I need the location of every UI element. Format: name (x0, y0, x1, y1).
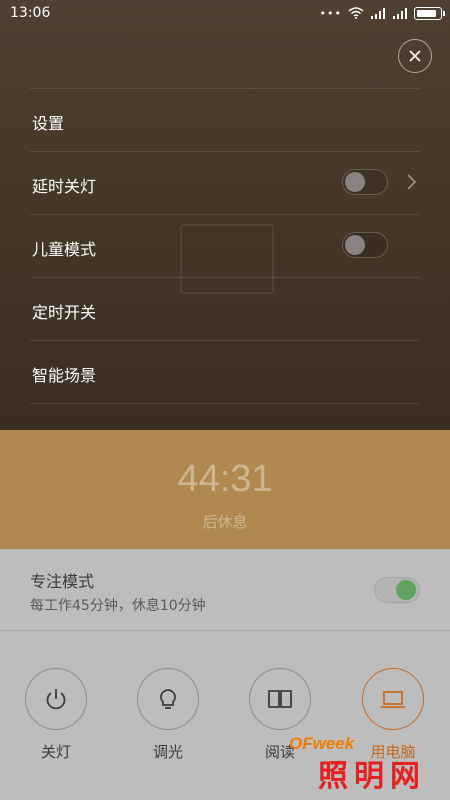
menu-item-label: 智能场景 (32, 366, 97, 385)
delay-off-toggle[interactable] (342, 169, 388, 195)
status-bar: 13:06 ••• (0, 0, 450, 26)
focus-mode-toggle[interactable] (374, 577, 420, 603)
menu-item-label: 定时开关 (32, 303, 97, 322)
toggle-knob (345, 235, 365, 255)
reading-circle[interactable] (249, 668, 311, 730)
menu-item-label: 延时关灯 (32, 177, 97, 196)
battery-icon (414, 6, 445, 20)
focus-mode-row: 专注模式 每工作45分钟，休息10分钟 (0, 549, 450, 631)
power-off-button[interactable]: 关灯 (16, 668, 96, 762)
power-icon (46, 689, 66, 710)
computer-circle[interactable] (362, 668, 424, 730)
watermark-brand: 照明网 (318, 759, 426, 794)
laptop-icon (381, 691, 405, 708)
computer-button[interactable]: 用电脑 (353, 668, 433, 762)
menu-item-smart-scene[interactable]: 智能场景 (30, 341, 420, 404)
focus-mode-title: 专注模式 (30, 572, 95, 591)
power-off-circle[interactable] (25, 668, 87, 730)
signal-icon (371, 8, 385, 19)
countdown-caption: 后休息 (202, 513, 248, 531)
child-mode-toggle[interactable] (342, 232, 388, 258)
focus-mode-description: 每工作45分钟，休息10分钟 (30, 598, 206, 614)
status-icons: ••• (319, 4, 445, 22)
dimming-label: 调光 (152, 743, 183, 761)
settings-menu: 设置 延时关灯 儿童模式 定时开关 智能场景 (30, 88, 420, 404)
status-time: 13:06 (10, 5, 51, 21)
book-icon (268, 690, 292, 708)
menu-item-delay-off[interactable]: 延时关灯 (30, 152, 420, 215)
power-off-label: 关灯 (40, 743, 71, 761)
timer-band: 44:31 后休息 (0, 430, 450, 549)
toggle-knob (396, 580, 416, 600)
dimming-button[interactable]: 调光 (128, 668, 208, 762)
signal-icon (393, 8, 407, 19)
bulb-icon (160, 689, 176, 709)
dimming-circle[interactable] (137, 668, 199, 730)
menu-item-label: 设置 (32, 114, 65, 133)
toggle-knob (345, 172, 365, 192)
menu-item-settings[interactable]: 设置 (30, 89, 420, 152)
menu-item-child-mode[interactable]: 儿童模式 (30, 215, 420, 278)
notification-dots: ••• (319, 6, 342, 20)
close-icon (409, 50, 421, 62)
countdown-timer: 44:31 (177, 458, 273, 500)
wifi-icon (348, 7, 364, 19)
menu-item-schedule[interactable]: 定时开关 (30, 278, 420, 341)
battery-level (417, 9, 436, 17)
menu-item-label: 儿童模式 (32, 240, 97, 259)
settings-overlay: 设置 延时关灯 儿童模式 定时开关 智能场景 (0, 0, 450, 430)
close-button[interactable] (398, 39, 432, 73)
chevron-right-icon[interactable] (405, 173, 417, 191)
